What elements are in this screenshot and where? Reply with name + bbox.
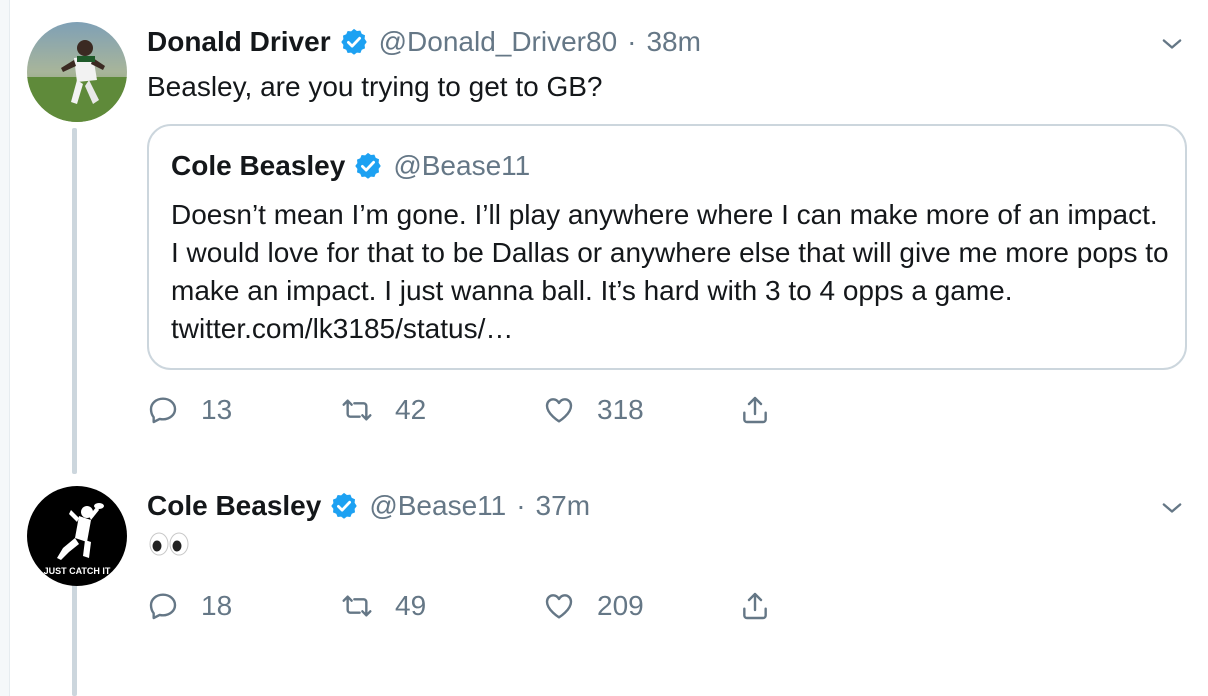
tweet-text-eyes-emoji xyxy=(147,530,207,568)
verified-badge-icon xyxy=(340,28,367,55)
like-count: 318 xyxy=(597,394,644,425)
retweet-count: 49 xyxy=(395,590,427,621)
thread-line xyxy=(72,582,77,696)
verified-badge-icon xyxy=(355,152,382,179)
avatar[interactable] xyxy=(27,22,127,122)
eyes-emoji-icon xyxy=(149,532,189,556)
separator-dot: · xyxy=(516,490,526,521)
heart-icon xyxy=(545,594,573,619)
like-button[interactable]: 209 xyxy=(543,586,644,626)
like-button[interactable]: 318 xyxy=(543,390,644,430)
verified-badge-icon xyxy=(331,492,358,519)
like-count: 209 xyxy=(597,590,644,621)
retweet-icon xyxy=(342,595,372,617)
reply-count: 13 xyxy=(201,394,233,425)
timestamp[interactable]: 37m xyxy=(536,488,590,524)
retweet-icon xyxy=(342,399,372,421)
tweet-donald-driver[interactable]: Donald Driver @Donald_Driver80 · 38m Bea… xyxy=(0,0,1208,474)
avatar-photo-icon xyxy=(27,22,127,122)
reply-icon xyxy=(149,397,177,424)
avatar-caption: JUST CATCH IT xyxy=(44,566,111,576)
quoted-tweet-header: Cole Beasley @Bease11 xyxy=(171,148,530,184)
quoted-author-name: Cole Beasley xyxy=(171,150,346,181)
tweet-actions: 13 42 318 xyxy=(147,390,807,430)
quoted-author-handle: @Bease11 xyxy=(393,150,531,181)
heart-icon xyxy=(545,398,573,423)
reply-count: 18 xyxy=(201,590,233,621)
share-icon xyxy=(743,396,767,424)
share-icon xyxy=(743,592,767,620)
thread-line xyxy=(72,128,77,474)
share-button[interactable] xyxy=(739,586,771,626)
avatar-logo-icon: JUST CATCH IT xyxy=(27,486,127,586)
tweet-header: Donald Driver @Donald_Driver80 · 38m xyxy=(147,24,701,60)
tweet-header: Cole Beasley @Bease11 · 37m xyxy=(147,488,590,524)
tweet-actions: 18 49 209 xyxy=(147,586,807,626)
author-name[interactable]: Donald Driver xyxy=(147,24,331,60)
quoted-tweet-text: Doesn’t mean I’m gone. I’ll play anywher… xyxy=(171,199,1169,344)
tweet-text: Beasley, are you trying to get to GB? xyxy=(147,71,603,102)
reply-button[interactable]: 18 xyxy=(147,586,232,626)
author-handle[interactable]: @Bease11 xyxy=(369,488,506,524)
reply-icon xyxy=(149,593,177,620)
chevron-down-icon[interactable] xyxy=(1158,30,1186,58)
retweet-button[interactable]: 49 xyxy=(341,586,426,626)
share-button[interactable] xyxy=(739,390,771,430)
tweet-cole-beasley[interactable]: JUST CATCH IT Cole Beasley @Bease11 · 37… xyxy=(0,470,1208,696)
reply-button[interactable]: 13 xyxy=(147,390,232,430)
quoted-tweet[interactable]: Cole Beasley @Bease11 Doesn’t mean I’m g… xyxy=(147,124,1187,370)
separator-dot: · xyxy=(627,26,637,57)
avatar[interactable]: JUST CATCH IT xyxy=(27,486,127,586)
chevron-down-icon[interactable] xyxy=(1158,494,1186,522)
retweet-button[interactable]: 42 xyxy=(341,390,426,430)
retweet-count: 42 xyxy=(395,394,427,425)
timestamp[interactable]: 38m xyxy=(646,24,700,60)
author-handle[interactable]: @Donald_Driver80 xyxy=(379,24,618,60)
author-name[interactable]: Cole Beasley xyxy=(147,488,321,524)
